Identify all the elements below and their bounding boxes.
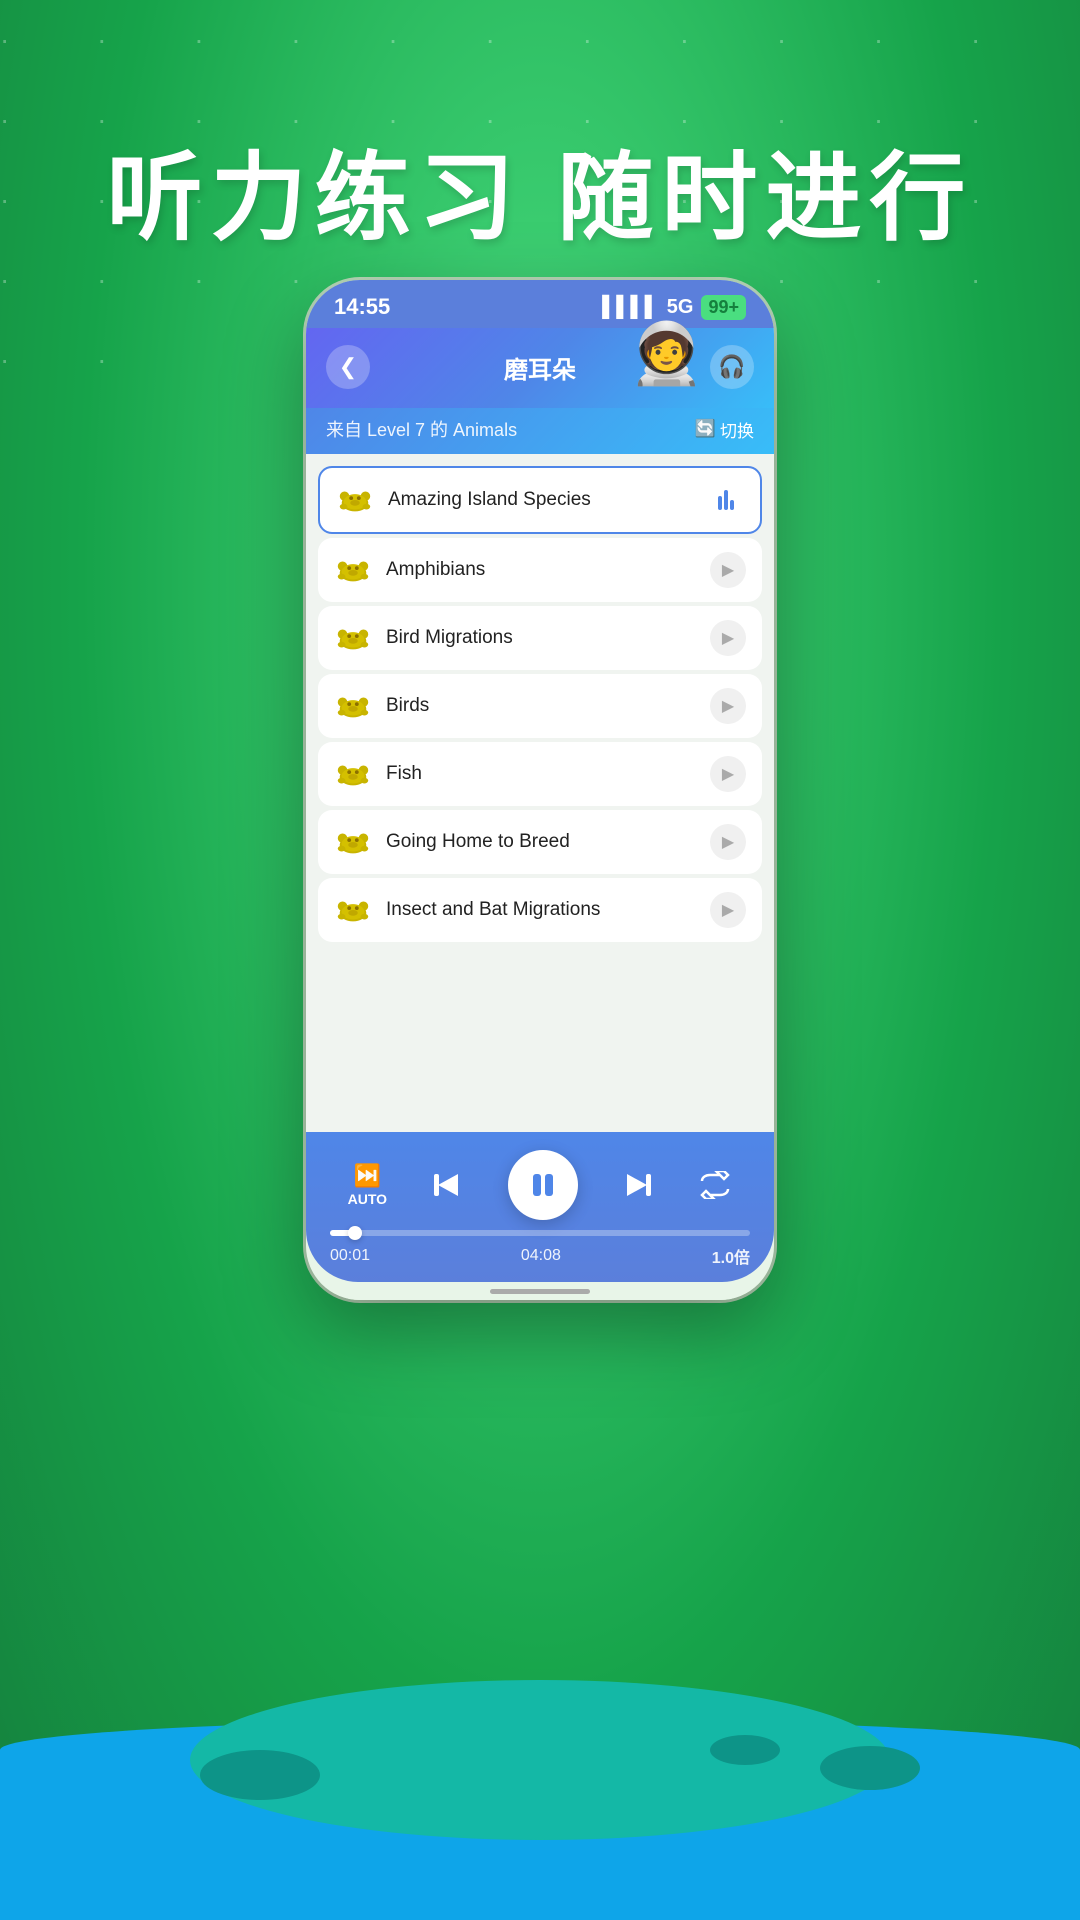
controls-row: ⏭️ AUTO (326, 1150, 754, 1220)
play-icon-4: ▶ (722, 696, 734, 716)
current-time: 00:01 (330, 1247, 370, 1265)
play-icon-5: ▶ (722, 764, 734, 784)
progress-labels: 00:01 04:08 1.0倍 (330, 1244, 750, 1268)
track-item-3[interactable]: Bird Migrations ▶ (318, 606, 762, 670)
track-play-btn-7[interactable]: ▶ (710, 892, 746, 928)
track-name-5: Fish (386, 763, 696, 785)
progress-thumb (348, 1226, 362, 1240)
prev-button[interactable] (430, 1168, 464, 1202)
earphone-icon: 🎧 (718, 354, 745, 380)
bear-icon-7 (334, 895, 372, 925)
sub-header: 来自 Level 7 的 Animals 🔄 切换 (306, 408, 774, 454)
auto-button[interactable]: ⏭️ AUTO (348, 1163, 387, 1207)
switch-button[interactable]: 🔄 切换 (695, 417, 754, 442)
track-name-4: Birds (386, 695, 696, 717)
track-item-2[interactable]: Amphibians ▶ (318, 538, 762, 602)
page-title: 听力练习 随时进行 (0, 120, 1080, 259)
track-play-btn-5[interactable]: ▶ (710, 756, 746, 792)
astronaut-decoration: 🧑‍🚀 (629, 318, 704, 389)
status-time: 14:55 (334, 294, 390, 320)
network-label: 5G (667, 296, 694, 319)
track-item-7[interactable]: Insect and Bat Migrations ▶ (318, 878, 762, 942)
progress-area: 00:01 04:08 1.0倍 (326, 1230, 754, 1268)
track-item-5[interactable]: Fish ▶ (318, 742, 762, 806)
island-decoration (0, 1600, 1080, 1920)
track-name-7: Insect and Bat Migrations (386, 899, 696, 921)
switch-label: 切换 (720, 417, 754, 442)
bear-icon-4 (334, 691, 372, 721)
back-button[interactable]: ❮ (326, 345, 370, 389)
track-name-1: Amazing Island Species (388, 489, 694, 511)
progress-bar[interactable] (330, 1230, 750, 1236)
total-time: 04:08 (521, 1247, 561, 1265)
track-list: Amazing Island Species (306, 454, 774, 1132)
header-center: 磨耳朵 (504, 350, 576, 385)
track-name-6: Going Home to Breed (386, 831, 696, 853)
skip-prev-icon (430, 1168, 464, 1202)
phone-mockup: 14:55 ▌▌▌▌ 5G 99+ ❮ 磨耳朵 🧑‍🚀 🎧 来自 Level 7… (306, 280, 774, 1300)
home-indicator (306, 1282, 774, 1300)
play-icon-2: ▶ (722, 560, 734, 580)
earphone-button[interactable]: 🎧 (710, 345, 754, 389)
play-pause-button[interactable] (508, 1150, 578, 1220)
track-play-btn-4[interactable]: ▶ (710, 688, 746, 724)
bear-icon-5 (334, 759, 372, 789)
track-item-1[interactable]: Amazing Island Species (318, 466, 762, 534)
skip-next-icon (621, 1168, 655, 1202)
speed-label[interactable]: 1.0倍 (712, 1244, 750, 1268)
equalizer-bars (718, 490, 734, 510)
bear-icon-3 (334, 623, 372, 653)
bear-icon-6 (334, 827, 372, 857)
track-play-btn-2[interactable]: ▶ (710, 552, 746, 588)
next-button[interactable] (621, 1168, 655, 1202)
auto-icon: ⏭️ (354, 1163, 381, 1189)
play-icon-3: ▶ (722, 628, 734, 648)
home-bar (490, 1289, 590, 1294)
track-item-6[interactable]: Going Home to Breed ▶ (318, 810, 762, 874)
player-controls: ⏭️ AUTO (306, 1132, 774, 1282)
track-name-3: Bird Migrations (386, 627, 696, 649)
subtitle-text: 来自 Level 7 的 Animals (326, 416, 517, 442)
track-name-2: Amphibians (386, 559, 696, 581)
bear-icon-1 (336, 485, 374, 515)
auto-label: AUTO (348, 1191, 387, 1207)
eq-bar-3 (730, 500, 734, 510)
play-icon-6: ▶ (722, 832, 734, 852)
loop-button[interactable] (698, 1171, 732, 1199)
track-play-btn-3[interactable]: ▶ (710, 620, 746, 656)
pause-icon (528, 1170, 558, 1200)
bear-icon-2 (334, 555, 372, 585)
track-playing-indicator (708, 482, 744, 518)
app-name: 磨耳朵 (504, 350, 576, 385)
track-play-btn-6[interactable]: ▶ (710, 824, 746, 860)
signal-bars-icon: ▌▌▌▌ (602, 296, 659, 319)
eq-bar-1 (718, 496, 722, 510)
eq-bar-2 (724, 490, 728, 510)
play-icon-7: ▶ (722, 900, 734, 920)
loop-icon (698, 1171, 732, 1199)
back-icon: ❮ (339, 354, 357, 380)
battery-badge: 99+ (701, 295, 746, 320)
phone-screen: 14:55 ▌▌▌▌ 5G 99+ ❮ 磨耳朵 🧑‍🚀 🎧 来自 Level 7… (306, 280, 774, 1300)
track-item-4[interactable]: Birds ▶ (318, 674, 762, 738)
switch-icon: 🔄 (695, 419, 716, 439)
app-header: ❮ 磨耳朵 🧑‍🚀 🎧 (306, 328, 774, 408)
